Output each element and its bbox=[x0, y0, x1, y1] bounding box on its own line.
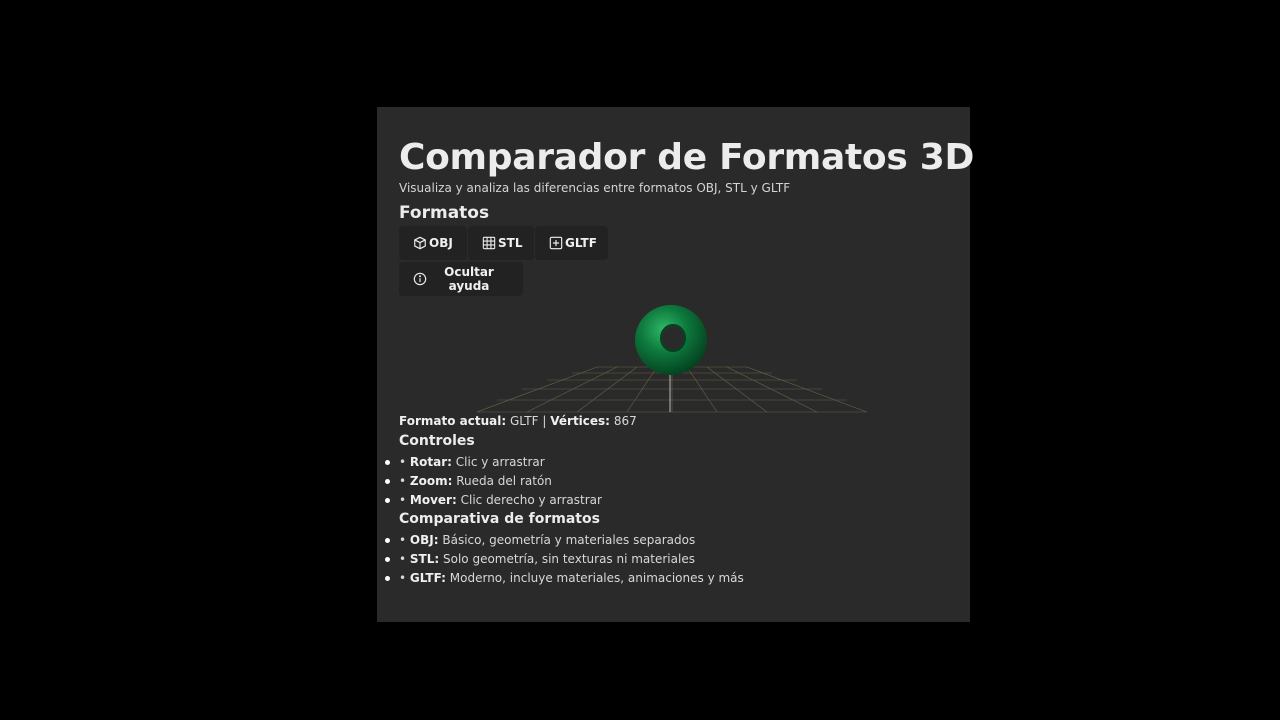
list-item-text: Básico, geometría y materiales separados bbox=[442, 533, 696, 547]
status-separator: | bbox=[542, 414, 547, 428]
list-bullet: • bbox=[399, 455, 407, 469]
list-item: • STL: Solo geometría, sin texturas ni m… bbox=[385, 550, 744, 569]
list-bullet: • bbox=[399, 552, 407, 566]
plus-square-icon bbox=[549, 236, 563, 250]
model-status: Formato actual: GLTF | Vértices: 867 bbox=[399, 414, 637, 428]
gltf-format-label: GLTF bbox=[565, 236, 597, 250]
obj-format-button[interactable]: OBJ bbox=[399, 226, 467, 260]
list-bullet: • bbox=[399, 533, 407, 547]
comparison-title: Comparativa de formatos bbox=[399, 511, 600, 527]
list-bullet: • bbox=[399, 474, 407, 488]
list-item-text: Clic derecho y arrastrar bbox=[460, 493, 602, 507]
list-bullet: • bbox=[399, 493, 407, 507]
app-panel: Comparador de Formatos 3D Visualiza y an… bbox=[377, 107, 974, 622]
list-item: • OBJ: Básico, geometría y materiales se… bbox=[385, 531, 744, 550]
list-item: • Mover: Clic derecho y arrastrar bbox=[385, 491, 602, 510]
list-item-label: GLTF: bbox=[409, 571, 446, 585]
controls-title: Controles bbox=[399, 433, 475, 449]
stl-format-button[interactable]: STL bbox=[468, 226, 534, 260]
page-title: Comparador de Formatos 3D bbox=[399, 137, 975, 178]
list-bullet: • bbox=[399, 571, 407, 585]
controls-list: • Rotar: Clic y arrastrar • Zoom: Rueda … bbox=[385, 453, 602, 510]
3d-viewport[interactable] bbox=[477, 297, 877, 417]
gltf-format-button[interactable]: GLTF bbox=[535, 226, 608, 260]
info-icon bbox=[413, 272, 427, 286]
list-item-text: Solo geometría, sin texturas ni material… bbox=[443, 552, 695, 566]
list-item: • Zoom: Rueda del ratón bbox=[385, 472, 602, 491]
vertices-value: 867 bbox=[613, 414, 637, 428]
list-item-text: Clic y arrastrar bbox=[455, 455, 545, 469]
formats-section-title: Formatos bbox=[399, 203, 490, 223]
cube-icon bbox=[414, 236, 426, 250]
grid-icon bbox=[482, 236, 496, 250]
list-item-label: Rotar: bbox=[409, 455, 452, 469]
toggle-help-button[interactable]: Ocultar ayuda bbox=[399, 262, 523, 296]
toggle-help-label: Ocultar ayuda bbox=[444, 265, 494, 293]
format-label: Formato actual: bbox=[399, 414, 507, 428]
torus-model bbox=[635, 305, 707, 375]
list-item-label: Mover: bbox=[409, 493, 457, 507]
vertices-label: Vértices: bbox=[550, 414, 610, 428]
list-item-label: STL: bbox=[409, 552, 440, 566]
page-subtitle: Visualiza y analiza las diferencias entr… bbox=[399, 181, 791, 195]
list-item: • Rotar: Clic y arrastrar bbox=[385, 453, 602, 472]
list-item-label: Zoom: bbox=[409, 474, 453, 488]
stl-format-label: STL bbox=[498, 236, 523, 250]
format-value: GLTF bbox=[509, 414, 539, 428]
list-item-text: Rueda del ratón bbox=[456, 474, 552, 488]
obj-format-label: OBJ bbox=[429, 236, 453, 250]
list-item-label: OBJ: bbox=[409, 533, 439, 547]
list-item-text: Moderno, incluye materiales, animaciones… bbox=[449, 571, 744, 585]
list-item: • GLTF: Moderno, incluye materiales, ani… bbox=[385, 569, 744, 588]
comparison-list: • OBJ: Básico, geometría y materiales se… bbox=[385, 531, 744, 588]
